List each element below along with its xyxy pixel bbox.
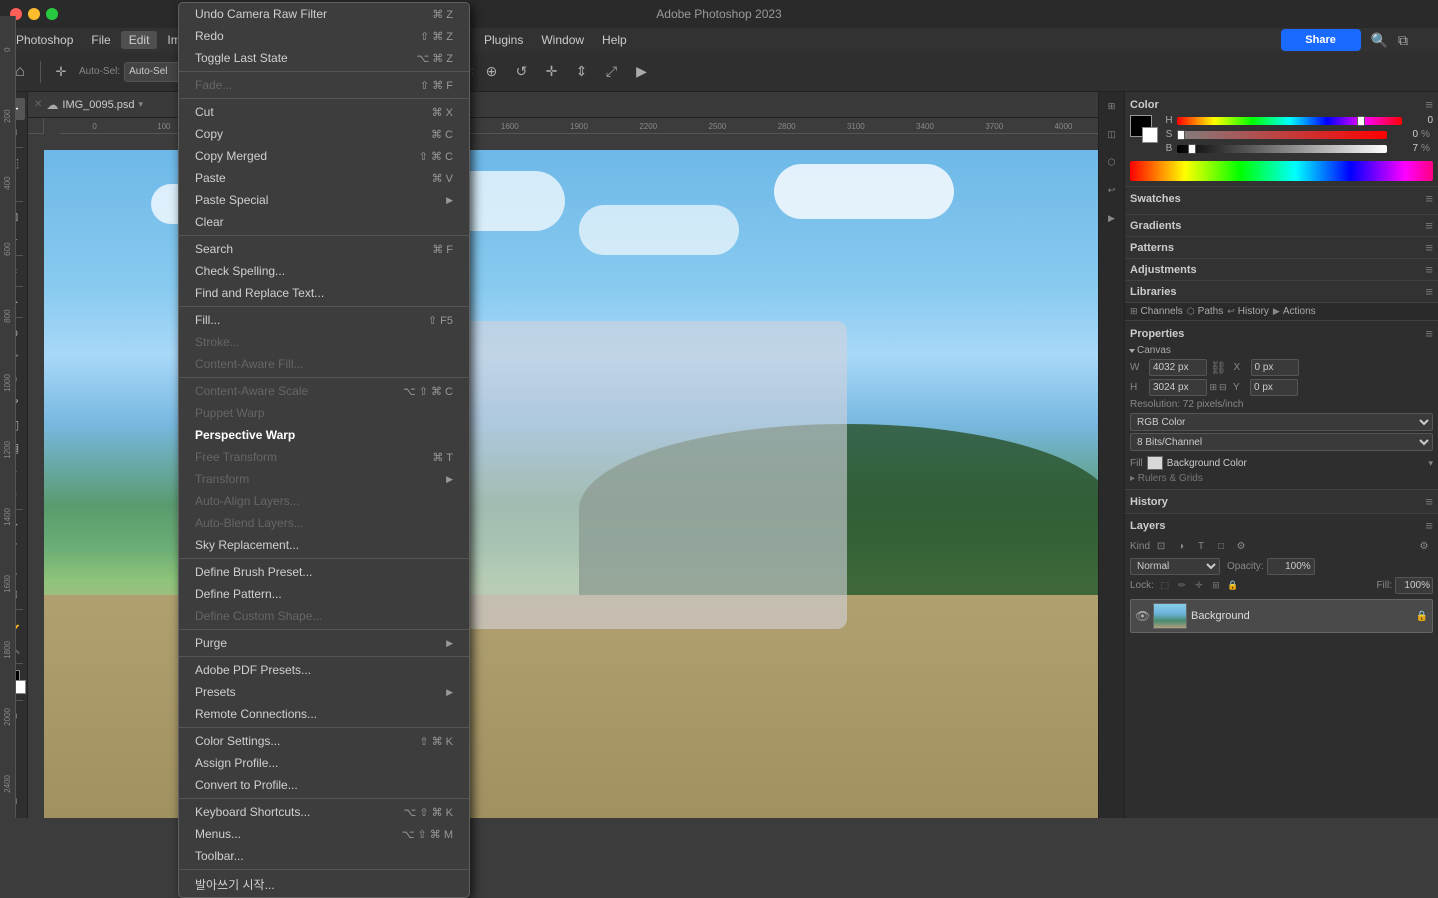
ctx-puppet-warp[interactable]: Puppet Warp xyxy=(179,402,469,424)
ctx-search[interactable]: Search ⌘ F xyxy=(179,238,469,260)
ctx-purge-label: Purge xyxy=(195,636,227,650)
ctx-purge[interactable]: Purge ▶ xyxy=(179,632,469,654)
ctx-copy-label: Copy xyxy=(195,127,223,141)
ctx-color-settings[interactable]: Color Settings... ⇧ ⌘ K xyxy=(179,730,469,752)
ctx-content-aware-scale[interactable]: Content-Aware Scale ⌥ ⇧ ⌘ C xyxy=(179,380,469,402)
ctx-fill-shortcut: ⇧ F5 xyxy=(428,314,453,327)
ctx-convert-profile[interactable]: Convert to Profile... xyxy=(179,774,469,796)
ctx-copy-merged[interactable]: Copy Merged ⇧ ⌘ C xyxy=(179,145,469,167)
ctx-content-aware-fill[interactable]: Content-Aware Fill... xyxy=(179,353,469,375)
ctx-auto-align-label: Auto-Align Layers... xyxy=(195,494,300,508)
sep-6 xyxy=(179,558,469,559)
ctx-fill[interactable]: Fill... ⇧ F5 xyxy=(179,309,469,331)
ctx-remote-connections[interactable]: Remote Connections... xyxy=(179,703,469,725)
ctx-presets[interactable]: Presets ▶ xyxy=(179,681,469,703)
ctx-find-replace[interactable]: Find and Replace Text... xyxy=(179,282,469,304)
ctx-fill-label: Fill... xyxy=(195,313,220,327)
ctx-keyboard-shortcuts-shortcut: ⌥ ⇧ ⌘ K xyxy=(404,806,453,819)
ctx-perspective-warp[interactable]: Perspective Warp xyxy=(179,424,469,446)
ctx-free-transform-shortcut: ⌘ T xyxy=(432,451,453,464)
sep-9 xyxy=(179,727,469,728)
ctx-pdf-presets[interactable]: Adobe PDF Presets... xyxy=(179,659,469,681)
ctx-assign-profile[interactable]: Assign Profile... xyxy=(179,752,469,774)
ctx-paste-special[interactable]: Paste Special ▶ xyxy=(179,189,469,211)
ctx-paste[interactable]: Paste ⌘ V xyxy=(179,167,469,189)
ctx-stroke[interactable]: Stroke... xyxy=(179,331,469,353)
ctx-copy[interactable]: Copy ⌘ C xyxy=(179,123,469,145)
ctx-transform-label: Transform xyxy=(195,472,249,486)
ctx-define-brush[interactable]: Define Brush Preset... xyxy=(179,561,469,583)
ctx-sky-replacement-label: Sky Replacement... xyxy=(195,538,299,552)
sep-10 xyxy=(179,798,469,799)
ctx-cut-shortcut: ⌘ X xyxy=(432,106,453,119)
context-menu-overlay: Undo Camera Raw Filter ⌘ Z Redo ⇧ ⌘ Z To… xyxy=(0,92,1438,818)
ctx-check-spelling[interactable]: Check Spelling... xyxy=(179,260,469,282)
ctx-copy-shortcut: ⌘ C xyxy=(431,128,453,141)
ctx-content-aware-fill-label: Content-Aware Fill... xyxy=(195,357,304,371)
ctx-copy-merged-shortcut: ⇧ ⌘ C xyxy=(419,150,453,163)
ctx-copy-merged-label: Copy Merged xyxy=(195,149,267,163)
ctx-define-brush-label: Define Brush Preset... xyxy=(195,565,312,579)
ctx-fade[interactable]: Fade... ⇧ ⌘ F xyxy=(179,92,469,96)
sep-8 xyxy=(179,656,469,657)
paste-special-arrow: ▶ xyxy=(446,195,453,206)
ctx-cut[interactable]: Cut ⌘ X xyxy=(179,101,469,123)
ctx-paste-shortcut: ⌘ V xyxy=(432,172,453,185)
ctx-auto-blend[interactable]: Auto-Blend Layers... xyxy=(179,512,469,534)
presets-arrow: ▶ xyxy=(446,687,453,698)
ctx-define-shape-label: Define Custom Shape... xyxy=(195,609,322,623)
ctx-free-transform[interactable]: Free Transform ⌘ T xyxy=(179,446,469,468)
ctx-paste-special-label: Paste Special xyxy=(195,193,268,207)
ctx-free-transform-label: Free Transform xyxy=(195,450,277,464)
ctx-define-pattern-label: Define Pattern... xyxy=(195,587,282,601)
workspace: ✛ ⊞ ⬚ ⌇ ⊡ ✦ ⌗ ⌲ ⊕ ✏ ⍟ ↩ ◫ ▤ ◌ ○ ✒ T ↖ □ xyxy=(0,92,1438,818)
ctx-search-label: Search xyxy=(195,242,233,256)
ctx-auto-align[interactable]: Auto-Align Layers... xyxy=(179,490,469,512)
ctx-transform[interactable]: Transform ▶ xyxy=(179,468,469,490)
ctx-puppet-warp-label: Puppet Warp xyxy=(195,406,265,420)
sep-4 xyxy=(179,306,469,307)
sep-5 xyxy=(179,377,469,378)
transform-arrow: ▶ xyxy=(446,474,453,485)
sep-2 xyxy=(179,98,469,99)
ctx-paste-label: Paste xyxy=(195,171,226,185)
ctx-convert-profile-label: Convert to Profile... xyxy=(195,778,298,792)
ctx-sky-replacement[interactable]: Sky Replacement... xyxy=(179,534,469,556)
ctx-assign-profile-label: Assign Profile... xyxy=(195,756,278,770)
ctx-define-pattern[interactable]: Define Pattern... xyxy=(179,583,469,605)
ctx-define-shape[interactable]: Define Custom Shape... xyxy=(179,605,469,627)
purge-arrow: ▶ xyxy=(446,638,453,649)
ctx-auto-blend-label: Auto-Blend Layers... xyxy=(195,516,304,530)
ctx-content-aware-scale-shortcut: ⌥ ⇧ ⌘ C xyxy=(403,385,453,398)
ctx-clear-label: Clear xyxy=(195,215,224,229)
ctx-cut-label: Cut xyxy=(195,105,214,119)
ctx-search-shortcut: ⌘ F xyxy=(432,243,453,256)
ctx-stroke-label: Stroke... xyxy=(195,335,240,349)
ctx-content-aware-scale-label: Content-Aware Scale xyxy=(195,384,308,398)
sep-7 xyxy=(179,629,469,630)
ctx-keyboard-shortcuts[interactable]: Keyboard Shortcuts... ⌥ ⇧ ⌘ K xyxy=(179,801,469,818)
ctx-perspective-warp-label: Perspective Warp xyxy=(195,428,295,442)
context-menu: Undo Camera Raw Filter ⌘ Z Redo ⇧ ⌘ Z To… xyxy=(178,92,470,818)
ctx-check-spelling-label: Check Spelling... xyxy=(195,264,285,278)
ctx-pdf-presets-label: Adobe PDF Presets... xyxy=(195,663,311,677)
ctx-find-replace-label: Find and Replace Text... xyxy=(195,286,324,300)
ctx-clear[interactable]: Clear xyxy=(179,211,469,233)
ctx-presets-label: Presets xyxy=(195,685,236,699)
sep-3 xyxy=(179,235,469,236)
app: Adobe Photoshop 2023 Photoshop File Edit… xyxy=(0,0,1438,818)
ctx-color-settings-label: Color Settings... xyxy=(195,734,280,748)
ctx-keyboard-shortcuts-label: Keyboard Shortcuts... xyxy=(195,805,310,818)
ctx-color-settings-shortcut: ⇧ ⌘ K xyxy=(419,735,453,748)
ctx-remote-connections-label: Remote Connections... xyxy=(195,707,317,721)
